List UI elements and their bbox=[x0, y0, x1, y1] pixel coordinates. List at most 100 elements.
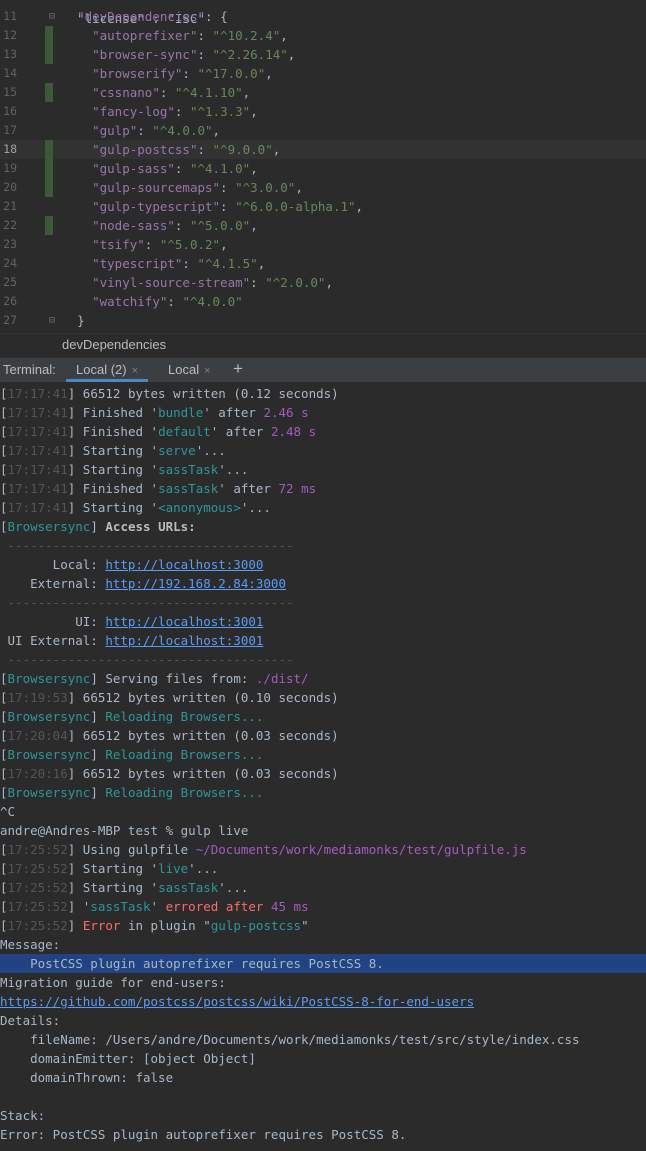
json-separator: : bbox=[159, 85, 175, 100]
editor-line[interactable]: 18 "gulp-postcss": "^9.0.0", bbox=[0, 140, 646, 159]
json-separator: : bbox=[197, 47, 213, 62]
output-text: Details: bbox=[0, 1013, 61, 1028]
breadcrumb[interactable]: devDependencies bbox=[0, 333, 646, 358]
json-separator: : bbox=[174, 218, 190, 233]
output-text: Error: PostCSS plugin autoprefixer requi… bbox=[0, 1127, 407, 1142]
vcs-change-marker[interactable] bbox=[45, 216, 53, 235]
json-value: "^1.3.3" bbox=[189, 104, 251, 119]
line-number: 18 bbox=[3, 142, 17, 156]
separator: -------------------------------------- bbox=[0, 595, 294, 610]
vcs-change-marker[interactable] bbox=[45, 26, 53, 45]
vcs-change-marker[interactable] bbox=[45, 83, 53, 102]
editor-line[interactable]: 22 "node-sass": "^5.0.0", bbox=[0, 216, 646, 235]
editor-line[interactable]: 15 "cssnano": "^4.1.10", bbox=[0, 83, 646, 102]
editor-line[interactable]: 13 "browser-sync": "^2.26.14", bbox=[0, 45, 646, 64]
editor-line[interactable]: 26 "watchify": "^4.0.0" bbox=[0, 292, 646, 311]
json-comma: , bbox=[250, 218, 258, 233]
vcs-change-marker[interactable] bbox=[45, 159, 53, 178]
editor-line[interactable]: 12 "autoprefixer": "^10.2.4", bbox=[0, 26, 646, 45]
terminal-line: fileName: /Users/andre/Documents/work/me… bbox=[0, 1030, 646, 1049]
task-name: Reloading Browsers... bbox=[105, 785, 264, 800]
task-name: live bbox=[158, 861, 189, 876]
output-text: [ bbox=[0, 785, 8, 800]
editor-line[interactable]: 27 ⊟ } bbox=[0, 311, 646, 330]
breadcrumb-item[interactable]: devDependencies bbox=[62, 334, 166, 356]
terminal-line: Message: bbox=[0, 935, 646, 954]
output-text: UI: bbox=[0, 614, 106, 629]
code-text: "autoprefixer": "^10.2.4", bbox=[62, 26, 288, 45]
close-icon[interactable]: × bbox=[204, 365, 210, 377]
json-separator: : bbox=[137, 123, 153, 138]
code-editor[interactable]: "license" : "ISC" 11 ⊟ "devDependencies":… bbox=[0, 0, 646, 333]
json-comma: , bbox=[265, 66, 273, 81]
terminal-line: [17:17:41] 66512 bytes written (0.12 sec… bbox=[0, 384, 646, 403]
terminal-line: Details: bbox=[0, 1011, 646, 1030]
output-text: " bbox=[301, 918, 309, 933]
editor-line[interactable]: 21 "gulp-typescript": "^6.0.0-alpha.1", bbox=[0, 197, 646, 216]
url-link[interactable]: http://192.168.2.84:3000 bbox=[105, 576, 286, 591]
editor-line[interactable]: 16 "fancy-log": "^1.3.3", bbox=[0, 102, 646, 121]
json-key: "node-sass" bbox=[92, 218, 175, 233]
editor-line[interactable]: 14 "browserify": "^17.0.0", bbox=[0, 64, 646, 83]
terminal-line: [17:25:52] Using gulpfile ~/Documents/wo… bbox=[0, 840, 646, 859]
close-icon[interactable]: × bbox=[132, 365, 138, 377]
json-separator: : bbox=[167, 294, 183, 309]
task-name: Browsersync bbox=[7, 671, 91, 686]
json-separator: : bbox=[250, 275, 266, 290]
code-text: "gulp-sass": "^4.1.0", bbox=[62, 159, 258, 178]
fold-icon[interactable]: ⊟ bbox=[49, 7, 55, 26]
task-name: Browsersync bbox=[7, 519, 91, 534]
output-text: [ bbox=[0, 386, 8, 401]
editor-line[interactable]: 11 ⊟ "devDependencies": { bbox=[0, 7, 646, 26]
json-value: "^9.0.0" bbox=[212, 142, 273, 157]
code-text: "watchify": "^4.0.0" bbox=[62, 292, 243, 311]
terminal-line: https://github.com/postcss/postcss/wiki/… bbox=[0, 992, 646, 1011]
url-link[interactable]: http://localhost:3000 bbox=[105, 557, 263, 572]
vcs-change-marker[interactable] bbox=[45, 45, 53, 64]
task-name: default bbox=[158, 424, 211, 439]
terminal-line: [17:17:41] Finished 'bundle' after 2.46 … bbox=[0, 403, 646, 422]
json-value: "^4.0.0" bbox=[182, 294, 243, 309]
terminal-title: Terminal: bbox=[3, 362, 56, 377]
editor-line[interactable]: 20 "gulp-sourcemaps": "^3.0.0", bbox=[0, 178, 646, 197]
editor-line[interactable]: 25 "vinyl-source-stream": "^2.0.0", bbox=[0, 273, 646, 292]
vcs-change-marker[interactable] bbox=[45, 140, 53, 159]
task-name: sassTask bbox=[158, 481, 219, 496]
url-link[interactable]: http://localhost:3001 bbox=[105, 614, 263, 629]
json-separator: : bbox=[197, 142, 213, 157]
terminal-line: [Browsersync] Reloading Browsers... bbox=[0, 745, 646, 764]
json-key: "vinyl-source-stream" bbox=[92, 275, 251, 290]
terminal-tab-local[interactable]: Local × bbox=[168, 358, 211, 382]
json-value: "^6.0.0-alpha.1" bbox=[235, 199, 356, 214]
editor-line[interactable]: 19 "gulp-sass": "^4.1.0", bbox=[0, 159, 646, 178]
json-comma: , bbox=[272, 142, 281, 157]
editor-line[interactable]: 17 "gulp": "^4.0.0", bbox=[0, 121, 646, 140]
new-tab-icon[interactable]: + bbox=[233, 358, 243, 380]
output-text: [ bbox=[0, 405, 8, 420]
fold-icon[interactable]: ⊟ bbox=[49, 311, 55, 330]
url-link[interactable]: http://localhost:3001 bbox=[105, 633, 263, 648]
editor-line[interactable]: 24 "typescript": "^4.1.5", bbox=[0, 254, 646, 273]
timestamp: 17:17:41 bbox=[7, 386, 68, 401]
output-text: [ bbox=[0, 481, 8, 496]
json-key: "autoprefixer" bbox=[92, 28, 198, 43]
terminal-line: [17:19:53] 66512 bytes written (0.10 sec… bbox=[0, 688, 646, 707]
task-name: Reloading Browsers... bbox=[105, 709, 264, 724]
json-value: "^4.0.0" bbox=[152, 123, 213, 138]
json-comma: , bbox=[250, 104, 258, 119]
terminal-output[interactable]: [17:17:41] 66512 bytes written (0.12 sec… bbox=[0, 382, 646, 1151]
vcs-change-marker[interactable] bbox=[45, 178, 53, 197]
terminal-line: [17:20:04] 66512 bytes written (0.03 sec… bbox=[0, 726, 646, 745]
output-text: ' after bbox=[203, 405, 264, 420]
terminal-tab-local-2[interactable]: Local (2) × bbox=[66, 358, 149, 382]
url-link[interactable]: https://github.com/postcss/postcss/wiki/… bbox=[0, 994, 474, 1009]
terminal-line: -------------------------------------- bbox=[0, 650, 646, 669]
editor-line[interactable]: 23 "tsify": "^5.0.2", bbox=[0, 235, 646, 254]
line-number: 12 bbox=[3, 28, 17, 42]
output-text: ] Starting ' bbox=[67, 500, 159, 515]
output-text: in plugin " bbox=[120, 918, 211, 933]
output-text: [ bbox=[0, 462, 8, 477]
task-name: Reloading Browsers... bbox=[105, 747, 264, 762]
